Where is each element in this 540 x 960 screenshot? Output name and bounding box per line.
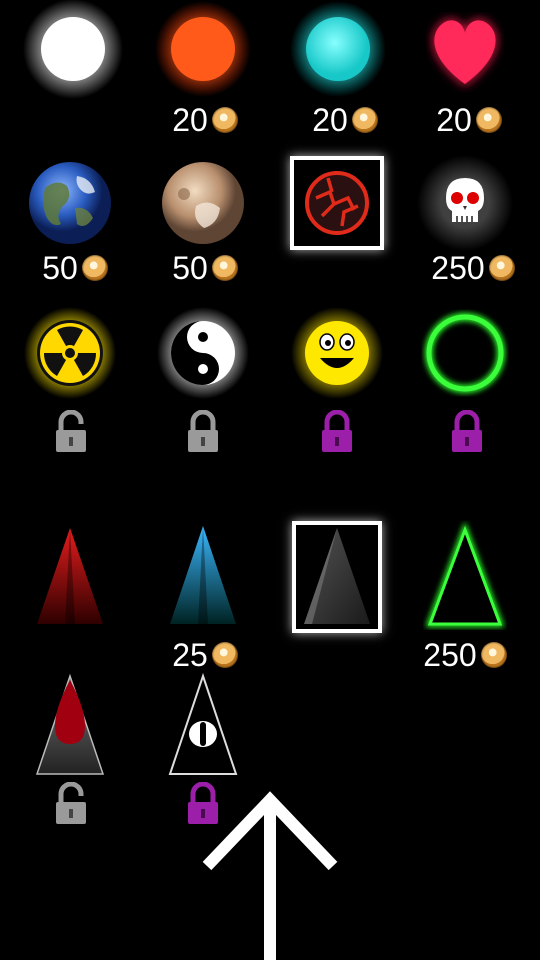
green-ring-icon <box>425 313 505 393</box>
ball-green-ring[interactable] <box>410 298 520 408</box>
earth-icon <box>29 162 111 244</box>
price-cyan: 20 <box>290 103 400 137</box>
spike-green[interactable] <box>410 520 520 630</box>
ball-heart[interactable] <box>410 0 520 104</box>
coin-icon <box>488 255 515 281</box>
price-earth: 50 <box>20 251 130 285</box>
radioactive-icon <box>24 307 116 399</box>
coin-icon <box>211 255 238 281</box>
ball-yin-yang[interactable] <box>148 298 258 408</box>
ball-radioactive[interactable] <box>15 298 125 408</box>
ball-pluto[interactable] <box>148 148 258 258</box>
ball-skull[interactable] <box>410 148 520 258</box>
spike-blood[interactable] <box>15 668 125 778</box>
price-orange: 20 <box>150 103 260 137</box>
spike-red[interactable] <box>15 520 125 630</box>
spike-eye[interactable] <box>148 668 258 778</box>
yin-yang-icon <box>157 307 249 399</box>
coin-icon <box>211 107 238 133</box>
up-arrow-icon[interactable] <box>195 790 345 960</box>
green-spike-icon <box>425 521 505 627</box>
ball-cyan[interactable] <box>283 0 393 104</box>
skull-icon <box>417 155 513 251</box>
spike-blue[interactable] <box>148 520 258 630</box>
price-blue-spike: 25 <box>150 638 260 672</box>
lock-icon <box>450 409 484 454</box>
red-spike-icon <box>37 528 103 624</box>
price-pluto: 50 <box>150 251 260 285</box>
blood-spike-icon <box>35 673 105 775</box>
price-skull: 250 <box>408 251 538 285</box>
eye-spike-icon <box>168 672 238 775</box>
ball-orange[interactable] <box>148 0 258 104</box>
ball-white[interactable] <box>18 0 128 104</box>
price-heart: 20 <box>414 103 524 137</box>
gray-spike-icon <box>304 528 370 624</box>
price-green-spike: 250 <box>410 638 520 672</box>
smiley-icon <box>291 307 383 399</box>
coin-icon <box>81 255 108 281</box>
unlock-icon <box>54 781 88 826</box>
blue-spike-icon <box>170 526 236 624</box>
orange-ball-icon <box>155 1 251 97</box>
ball-earth[interactable] <box>15 148 125 258</box>
lock-icon <box>186 409 220 454</box>
lock-icon <box>320 409 354 454</box>
ball-lava[interactable] <box>282 148 392 258</box>
cyan-ball-icon <box>290 1 386 97</box>
ball-smiley[interactable] <box>282 298 392 408</box>
coin-icon <box>480 642 507 668</box>
coin-icon <box>211 642 238 668</box>
coin-icon <box>475 107 502 133</box>
unlock-icon <box>54 409 88 454</box>
lava-ball-icon <box>305 171 369 235</box>
white-ball-icon <box>23 0 123 99</box>
pluto-icon <box>162 162 244 244</box>
spike-gray[interactable] <box>282 520 392 630</box>
heart-icon <box>432 18 498 87</box>
coin-icon <box>351 107 378 133</box>
